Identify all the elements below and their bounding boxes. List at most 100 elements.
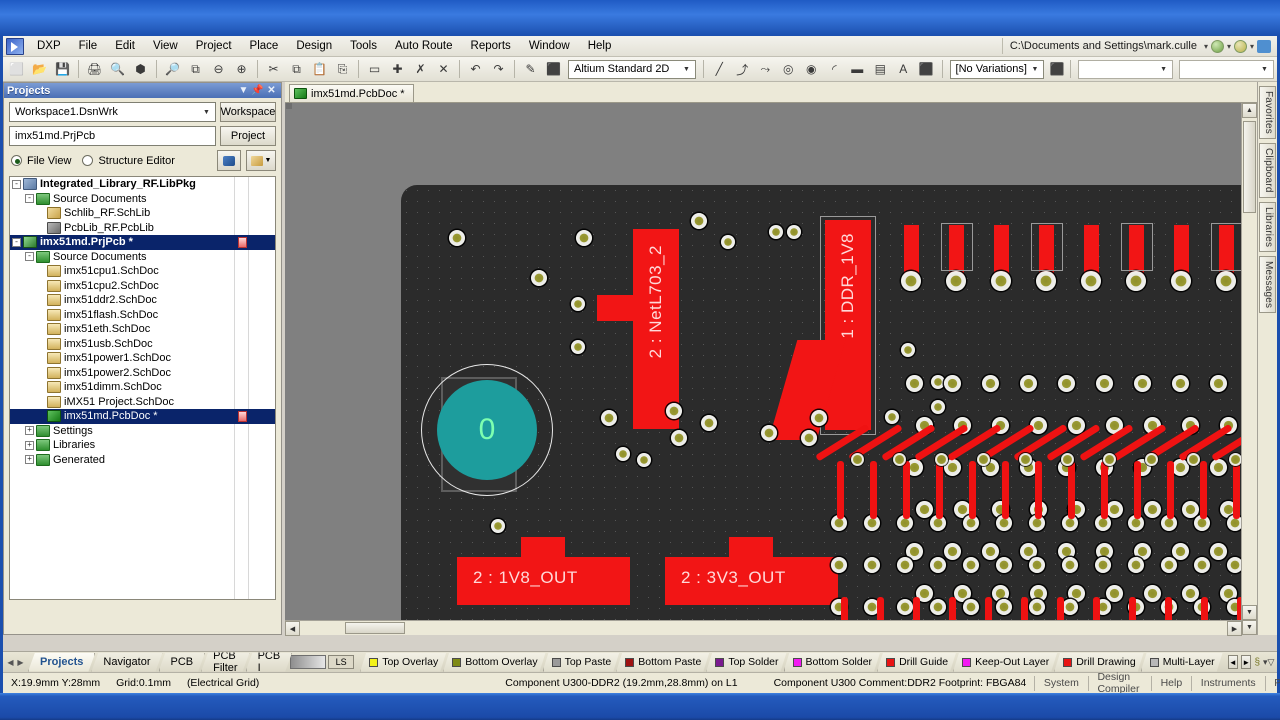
tree-item[interactable]: - Source Documents: [10, 250, 275, 265]
move-icon[interactable]: ✚: [387, 59, 408, 80]
scroll-right-button[interactable]: ▶: [1227, 621, 1242, 636]
layer-tab-bottom-solder[interactable]: Bottom Solder: [784, 653, 881, 672]
vertical-scroll-thumb[interactable]: [1243, 121, 1256, 213]
toolbar-empty-select-1[interactable]: ▼: [1078, 59, 1174, 79]
document-tab-pcbdoc[interactable]: imx51md.PcbDoc *: [289, 84, 414, 102]
menu-auto-route[interactable]: Auto Route: [386, 37, 462, 55]
clear-selection-icon[interactable]: ✕: [433, 59, 454, 80]
zoom-in-icon[interactable]: ⊕: [231, 59, 252, 80]
chevron-down-icon[interactable]: ▼: [237, 85, 250, 97]
scroll-left-button[interactable]: ◀: [285, 621, 300, 636]
tree-item[interactable]: - Source Documents: [10, 192, 275, 207]
rail-tab-messages[interactable]: Messages: [1259, 255, 1276, 313]
place-polygon-icon[interactable]: ▤: [870, 59, 891, 80]
menu-view[interactable]: View: [144, 37, 187, 55]
panel-next-icon[interactable]: ▶: [16, 658, 25, 667]
layer-next-icon[interactable]: ►: [1241, 655, 1252, 669]
path-dropdown-icon[interactable]: ▾: [1204, 42, 1208, 51]
print-preview-icon[interactable]: 🔍: [107, 59, 128, 80]
project-field[interactable]: imx51md.PrjPcb: [9, 126, 216, 146]
layer-tab-bottom-paste[interactable]: Bottom Paste: [616, 653, 709, 672]
rail-tab-libraries[interactable]: Libraries: [1259, 201, 1276, 252]
layer-prev-icon[interactable]: ◄: [1227, 655, 1239, 669]
open-folder-icon[interactable]: 📂: [29, 59, 50, 80]
chevron-down-icon[interactable]: ▼: [680, 62, 693, 77]
menu-file[interactable]: File: [70, 37, 107, 55]
compile-icon[interactable]: [217, 150, 241, 171]
zoom-out-icon[interactable]: ⊖: [208, 59, 229, 80]
tree-item[interactable]: + Settings: [10, 424, 275, 439]
menu-project[interactable]: Project: [187, 37, 241, 55]
paste-special-icon[interactable]: ⎘: [332, 59, 353, 80]
menu-help[interactable]: Help: [579, 37, 621, 55]
place-component-icon[interactable]: ⬛: [916, 59, 937, 80]
undo-icon[interactable]: ↶: [465, 59, 486, 80]
highlight-icon[interactable]: ✎: [520, 59, 541, 80]
redo-icon[interactable]: ↷: [488, 59, 509, 80]
place-string-icon[interactable]: A: [893, 59, 914, 80]
save-icon[interactable]: 💾: [52, 59, 73, 80]
menu-tools[interactable]: Tools: [341, 37, 386, 55]
expand-icon[interactable]: +: [25, 440, 34, 450]
expand-icon[interactable]: +: [25, 426, 34, 436]
copy-icon[interactable]: ⧉: [286, 59, 307, 80]
status-button-instruments[interactable]: Instruments: [1192, 677, 1265, 689]
tree-item[interactable]: imx51eth.SchDoc: [10, 322, 275, 337]
panel-tab-projects[interactable]: Projects: [28, 653, 95, 672]
tree-item[interactable]: imx51dimm.SchDoc: [10, 380, 275, 395]
tree-item[interactable]: - Integrated_Library_RF.LibPkg: [10, 177, 275, 192]
workspace-button[interactable]: Workspace: [220, 102, 276, 122]
menu-edit[interactable]: Edit: [106, 37, 144, 55]
layer-tab-bottom-overlay[interactable]: Bottom Overlay: [443, 653, 545, 672]
menu-design[interactable]: Design: [287, 37, 341, 55]
tree-item[interactable]: iMX51 Project.SchDoc: [10, 395, 275, 410]
tree-item[interactable]: imx51flash.SchDoc: [10, 308, 275, 323]
close-icon[interactable]: ✕: [265, 85, 278, 97]
chevron-down-icon[interactable]: ▼: [1258, 62, 1271, 77]
layer-tab-drill-drawing[interactable]: Drill Drawing: [1054, 653, 1144, 672]
menu-dxp[interactable]: DXP: [28, 37, 70, 55]
forward-navigate-icon[interactable]: [1233, 39, 1247, 53]
panel-tab-pcb-filter[interactable]: PCB Filter: [201, 653, 249, 672]
tree-item[interactable]: PcbLib_RF.PcbLib: [10, 221, 275, 236]
variations-select[interactable]: [No Variations] ▼: [949, 59, 1045, 79]
panel-prev-icon[interactable]: ◀: [6, 658, 15, 667]
workspace-select[interactable]: Workspace1.DsnWrk ▼: [9, 102, 216, 122]
status-button-pcb[interactable]: PCB: [1265, 677, 1280, 689]
tree-item[interactable]: + Generated: [10, 453, 275, 468]
net-color-icon[interactable]: §: [1254, 657, 1260, 668]
place-track-icon[interactable]: ⤴: [732, 59, 753, 80]
status-button-design-compiler[interactable]: Design Compiler: [1088, 671, 1151, 695]
tree-item[interactable]: imx51power2.SchDoc: [10, 366, 275, 381]
chevron-down-icon[interactable]: ▼: [200, 109, 213, 116]
paste-icon[interactable]: 📋: [309, 59, 330, 80]
file-view-radio[interactable]: [11, 155, 22, 166]
interactive-routing-icon[interactable]: ⤳: [755, 59, 776, 80]
rail-tab-favorites[interactable]: Favorites: [1259, 86, 1276, 139]
panel-tab-pcb[interactable]: PCB: [159, 653, 206, 672]
chevron-down-icon[interactable]: ▼: [1028, 62, 1041, 77]
place-arc-icon[interactable]: ◜: [824, 59, 845, 80]
tree-item[interactable]: imx51power1.SchDoc: [10, 351, 275, 366]
place-via-icon[interactable]: ◉: [801, 59, 822, 80]
collapse-icon[interactable]: -: [25, 194, 34, 204]
structure-editor-radio[interactable]: [82, 155, 94, 166]
browse-component-icon[interactable]: ⬛: [543, 59, 564, 80]
open-project-icon[interactable]: ⬢: [130, 59, 151, 80]
panel-tab-pcb-i[interactable]: PCB I: [246, 653, 293, 672]
zoom-area-icon[interactable]: 🔎: [162, 59, 183, 80]
view-configuration-select[interactable]: Altium Standard 2D ▼: [568, 59, 696, 79]
forward-dropdown-icon[interactable]: ▾: [1250, 42, 1254, 51]
back-navigate-icon[interactable]: [1210, 39, 1224, 53]
deselect-icon[interactable]: ✗: [410, 59, 431, 80]
new-document-icon[interactable]: ⬜: [6, 59, 27, 80]
tree-item[interactable]: imx51md.PcbDoc *: [10, 409, 275, 424]
board-insight-icon[interactable]: ⬛: [1048, 59, 1065, 80]
tree-item[interactable]: imx51usb.SchDoc: [10, 337, 275, 352]
extensions-icon[interactable]: [1257, 39, 1271, 53]
zoom-selected-icon[interactable]: ⧉: [185, 59, 206, 80]
place-pad-icon[interactable]: ◎: [778, 59, 799, 80]
status-button-help[interactable]: Help: [1152, 677, 1192, 689]
tree-item[interactable]: imx51ddr2.SchDoc: [10, 293, 275, 308]
canvas-horizontal-scrollbar[interactable]: ◀ ▶: [285, 620, 1242, 636]
